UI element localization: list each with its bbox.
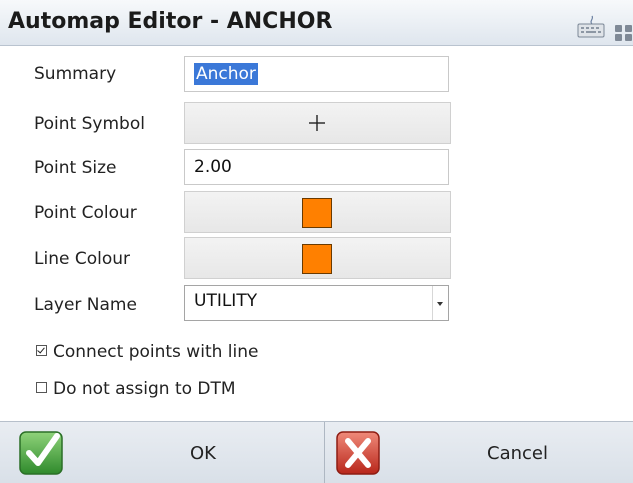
ok-button[interactable]: OK <box>0 422 324 483</box>
connect-points-label: Connect points with line <box>53 342 259 362</box>
x-icon <box>336 431 380 475</box>
no-dtm-label: Do not assign to DTM <box>53 379 236 399</box>
grid-icon[interactable] <box>614 24 633 42</box>
layer-name-value: UTILITY <box>194 291 258 311</box>
point-size-input[interactable]: 2.00 <box>184 149 449 185</box>
keyboard-icon[interactable] <box>576 14 606 38</box>
title-bar: Automap Editor - ANCHOR <box>0 0 633 46</box>
connect-points-checkbox[interactable]: Connect points with line <box>36 342 258 362</box>
point-size-label: Point Size <box>34 158 117 178</box>
line-colour-swatch <box>302 244 332 274</box>
cancel-button[interactable]: Cancel <box>325 422 633 483</box>
point-colour-label: Point Colour <box>34 203 137 223</box>
no-dtm-checkbox[interactable]: Do not assign to DTM <box>36 379 236 399</box>
cancel-label: Cancel <box>487 443 548 464</box>
summary-input[interactable]: Anchor <box>184 56 449 92</box>
layer-name-select[interactable]: UTILITY <box>184 285 449 321</box>
layer-name-label: Layer Name <box>34 295 137 315</box>
point-size-value: 2.00 <box>194 157 232 177</box>
summary-label: Summary <box>34 64 117 84</box>
checkmark-icon <box>19 431 63 475</box>
bottom-button-bar: OK Cancel <box>0 421 633 483</box>
line-colour-label: Line Colour <box>34 249 130 269</box>
line-colour-button[interactable] <box>184 237 451 279</box>
point-colour-button[interactable] <box>184 191 451 233</box>
window-title: Automap Editor - ANCHOR <box>8 9 333 34</box>
checkbox-checked-icon <box>36 345 47 356</box>
point-colour-swatch <box>302 198 332 228</box>
point-symbol-button[interactable] <box>184 102 451 144</box>
summary-value: Anchor <box>194 63 258 85</box>
plus-icon <box>309 115 325 131</box>
checkbox-empty-icon <box>36 382 47 393</box>
ok-label: OK <box>190 443 216 464</box>
point-symbol-label: Point Symbol <box>34 114 145 134</box>
chevron-down-icon[interactable] <box>432 286 448 320</box>
